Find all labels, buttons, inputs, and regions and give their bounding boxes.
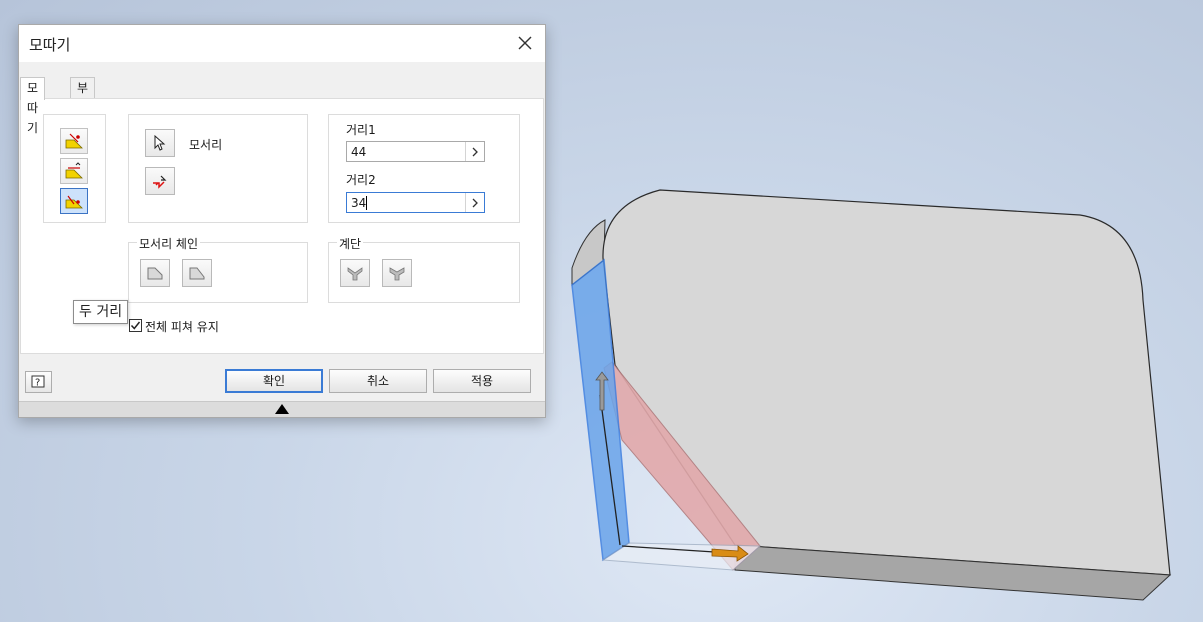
preserve-all-features-label: 전체 피쳐 유지 — [145, 320, 219, 334]
distance1-input[interactable]: 44 — [346, 141, 485, 162]
chamfer-distance-angle-icon — [65, 162, 83, 179]
distance1-value: 44 — [351, 145, 367, 159]
setback-option1-button[interactable] — [340, 259, 370, 287]
dialog-title: 모따기 — [29, 36, 71, 54]
two-distances-method-button[interactable] — [60, 188, 88, 214]
distance2-input[interactable]: 34 — [346, 192, 485, 213]
edge-chain-single-icon — [189, 267, 205, 280]
apply-button[interactable]: 적용 — [433, 369, 531, 393]
close-icon — [518, 36, 532, 50]
text-caret — [366, 196, 367, 210]
checkmark-icon — [130, 321, 141, 330]
dialog-expander[interactable] — [19, 401, 545, 417]
chevron-right-icon — [472, 147, 478, 156]
flip-button[interactable] — [145, 167, 175, 195]
cancel-button[interactable]: 취소 — [329, 369, 427, 393]
method-tooltip: 두 거리 — [73, 300, 129, 324]
distance2-value: 34 — [351, 196, 367, 210]
tab-chamfer[interactable]: 모따기 — [20, 77, 46, 135]
dialog-titlebar[interactable]: 모따기 — [19, 25, 545, 62]
setback-label: 계단 — [337, 235, 364, 252]
edges-label: 모서리 — [189, 138, 223, 152]
edge-select-button[interactable] — [145, 129, 175, 157]
distance1-menu-arrow[interactable] — [465, 142, 484, 161]
method-group — [43, 114, 106, 223]
distance2-label: 거리2 — [346, 173, 376, 187]
distance2-menu-arrow[interactable] — [465, 193, 484, 212]
flip-direction-icon — [153, 175, 167, 189]
edge-chain-group: 모서리 체인 — [128, 235, 308, 303]
distance1-label: 거리1 — [346, 123, 376, 137]
chamfer-dialog: 모따기 모따기 부분 — [18, 24, 546, 418]
edge-chain-label: 모서리 체인 — [137, 235, 201, 252]
svg-text:?: ? — [35, 378, 40, 389]
distance-method-button[interactable] — [60, 128, 88, 154]
cursor-arrow-icon — [154, 135, 166, 151]
edge-chain-all-icon — [147, 267, 163, 280]
setback-group: 계단 — [328, 235, 520, 303]
ok-button[interactable]: 확인 — [225, 369, 323, 393]
preserve-all-features-checkbox[interactable] — [129, 319, 142, 332]
edge-chain-all-button[interactable] — [140, 259, 170, 287]
chevron-right-icon — [472, 198, 478, 207]
setback-option2-icon — [389, 267, 405, 281]
chamfer-tab-panel: 모서리 거리1 44 거리2 34 모서리 체인 계단 전체 피쳐 유지 두 거… — [20, 98, 544, 354]
edges-group: 모서리 — [128, 114, 308, 223]
distance-angle-method-button[interactable] — [60, 158, 88, 184]
part-model[interactable] — [571, 189, 1172, 601]
close-button[interactable] — [511, 30, 539, 56]
chamfer-two-distances-icon — [65, 195, 83, 209]
chamfer-distance-icon — [65, 133, 83, 149]
distances-group: 거리1 44 거리2 34 — [328, 114, 520, 223]
setback-option2-button[interactable] — [382, 259, 412, 287]
edge-chain-single-button[interactable] — [182, 259, 212, 287]
setback-option1-icon — [347, 267, 363, 281]
triangle-up-icon — [275, 404, 289, 414]
help-button[interactable]: ? — [25, 371, 52, 393]
tab-partial[interactable]: 부분 — [70, 77, 96, 115]
help-icon: ? — [31, 375, 44, 389]
